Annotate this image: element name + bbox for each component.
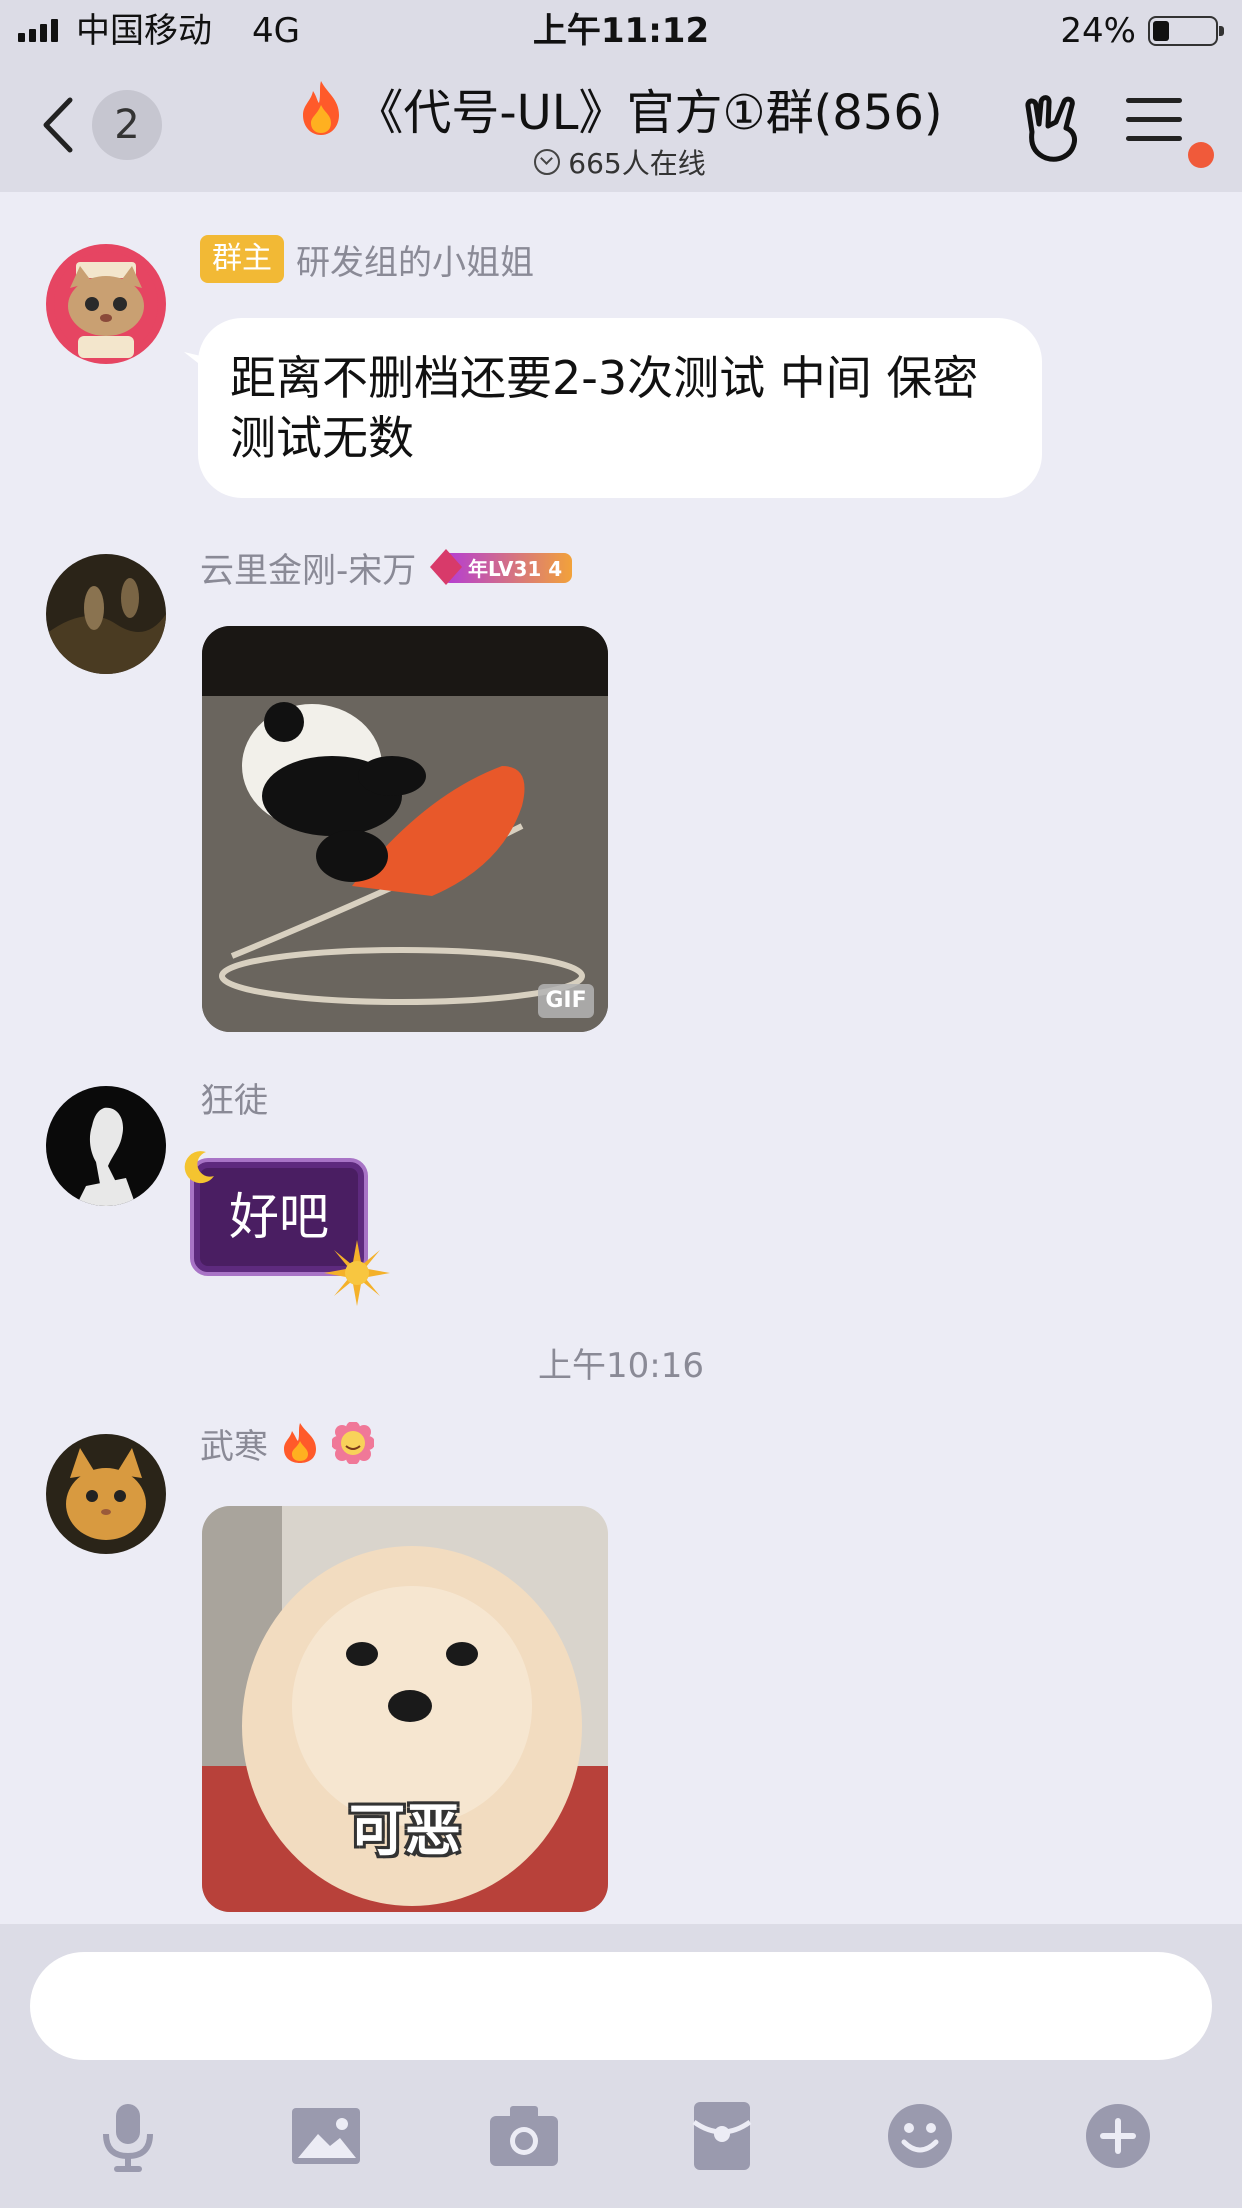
owner-badge: 群主 — [200, 235, 284, 283]
gif-message[interactable]: GIF — [202, 626, 608, 1032]
status-bar: 中国移动 4G 上午11:12 24% — [0, 0, 1242, 62]
chat-title: 《代号-UL》官方①群(856) — [355, 85, 943, 141]
sender-name[interactable]: 武寒 — [200, 1419, 268, 1468]
hand-gesture-icon[interactable] — [1018, 92, 1084, 164]
fire-icon — [303, 81, 340, 135]
flower-face-icon — [332, 1422, 374, 1464]
back-button[interactable]: 2 — [40, 90, 180, 160]
message-list[interactable]: 群主 研发组的小姐姐 距离不删档还要2-3次测试 中间 保密测试无数 云里金刚-… — [0, 192, 1242, 1924]
unread-count-badge: 2 — [92, 90, 162, 160]
microphone-icon[interactable] — [88, 2096, 168, 2176]
sender-name[interactable]: 狂徒 — [200, 1073, 268, 1122]
composer-toolbar — [0, 2096, 1242, 2186]
cat-avatar-image — [46, 244, 166, 364]
avatar[interactable] — [46, 244, 166, 364]
avatar[interactable] — [46, 554, 166, 674]
avatar[interactable] — [46, 1086, 166, 1206]
sender-row: 狂徒 — [200, 1072, 268, 1122]
red-packet-icon[interactable] — [682, 2096, 762, 2176]
timestamp: 上午10:16 — [538, 1346, 704, 1386]
chat-title-area[interactable]: 《代号-UL》官方①群(856) 665人在线 — [230, 76, 1010, 182]
panda-gif-image — [202, 626, 608, 1032]
online-count[interactable]: 665人在线 — [230, 142, 1010, 182]
emoji-icon[interactable] — [880, 2096, 960, 2176]
online-count-label: 665人在线 — [568, 147, 706, 180]
image-caption: 可恶 — [349, 1799, 461, 1864]
sun-icon — [324, 1240, 390, 1306]
moon-icon — [184, 1151, 214, 1184]
sender-name[interactable]: 研发组的小姐姐 — [296, 235, 534, 284]
image-icon[interactable] — [286, 2096, 366, 2176]
battery-icon — [1148, 16, 1224, 46]
menu-button[interactable] — [1126, 98, 1182, 154]
image-message[interactable]: 可恶 — [202, 1506, 608, 1912]
battery-percent: 24% — [1060, 11, 1136, 51]
text-message-bubble[interactable]: 距离不删档还要2-3次测试 中间 保密测试无数 — [198, 318, 1042, 498]
chat-header: 2 《代号-UL》官方①群(856) 665人在线 — [0, 62, 1242, 192]
silhouette-avatar-image — [46, 1086, 166, 1206]
level-badge-icon: 年LV31 4 — [430, 549, 573, 585]
fire-icon — [284, 1423, 316, 1463]
avatar[interactable] — [46, 1434, 166, 1554]
message-input[interactable] — [30, 1952, 1212, 2060]
clock: 上午11:12 — [532, 11, 710, 51]
cat-photo-avatar-image — [46, 1434, 166, 1554]
level-badge-text: 年LV31 4 — [468, 557, 562, 581]
camera-icon[interactable] — [484, 2096, 564, 2176]
sender-name[interactable]: 云里金刚-宋万 — [200, 543, 416, 592]
plus-icon[interactable] — [1078, 2096, 1158, 2176]
chevron-down-circle-icon — [534, 149, 561, 175]
sender-row: 云里金刚-宋万 年LV31 4 — [200, 542, 578, 592]
notification-dot — [1188, 142, 1214, 168]
composer — [0, 1924, 1242, 2208]
chevron-left-icon — [43, 97, 73, 153]
sender-row: 群主 研发组的小姐姐 — [200, 234, 534, 284]
sender-row: 武寒 — [200, 1418, 374, 1468]
gif-tag: GIF — [538, 984, 594, 1018]
dark-photo-avatar-image — [46, 554, 166, 674]
